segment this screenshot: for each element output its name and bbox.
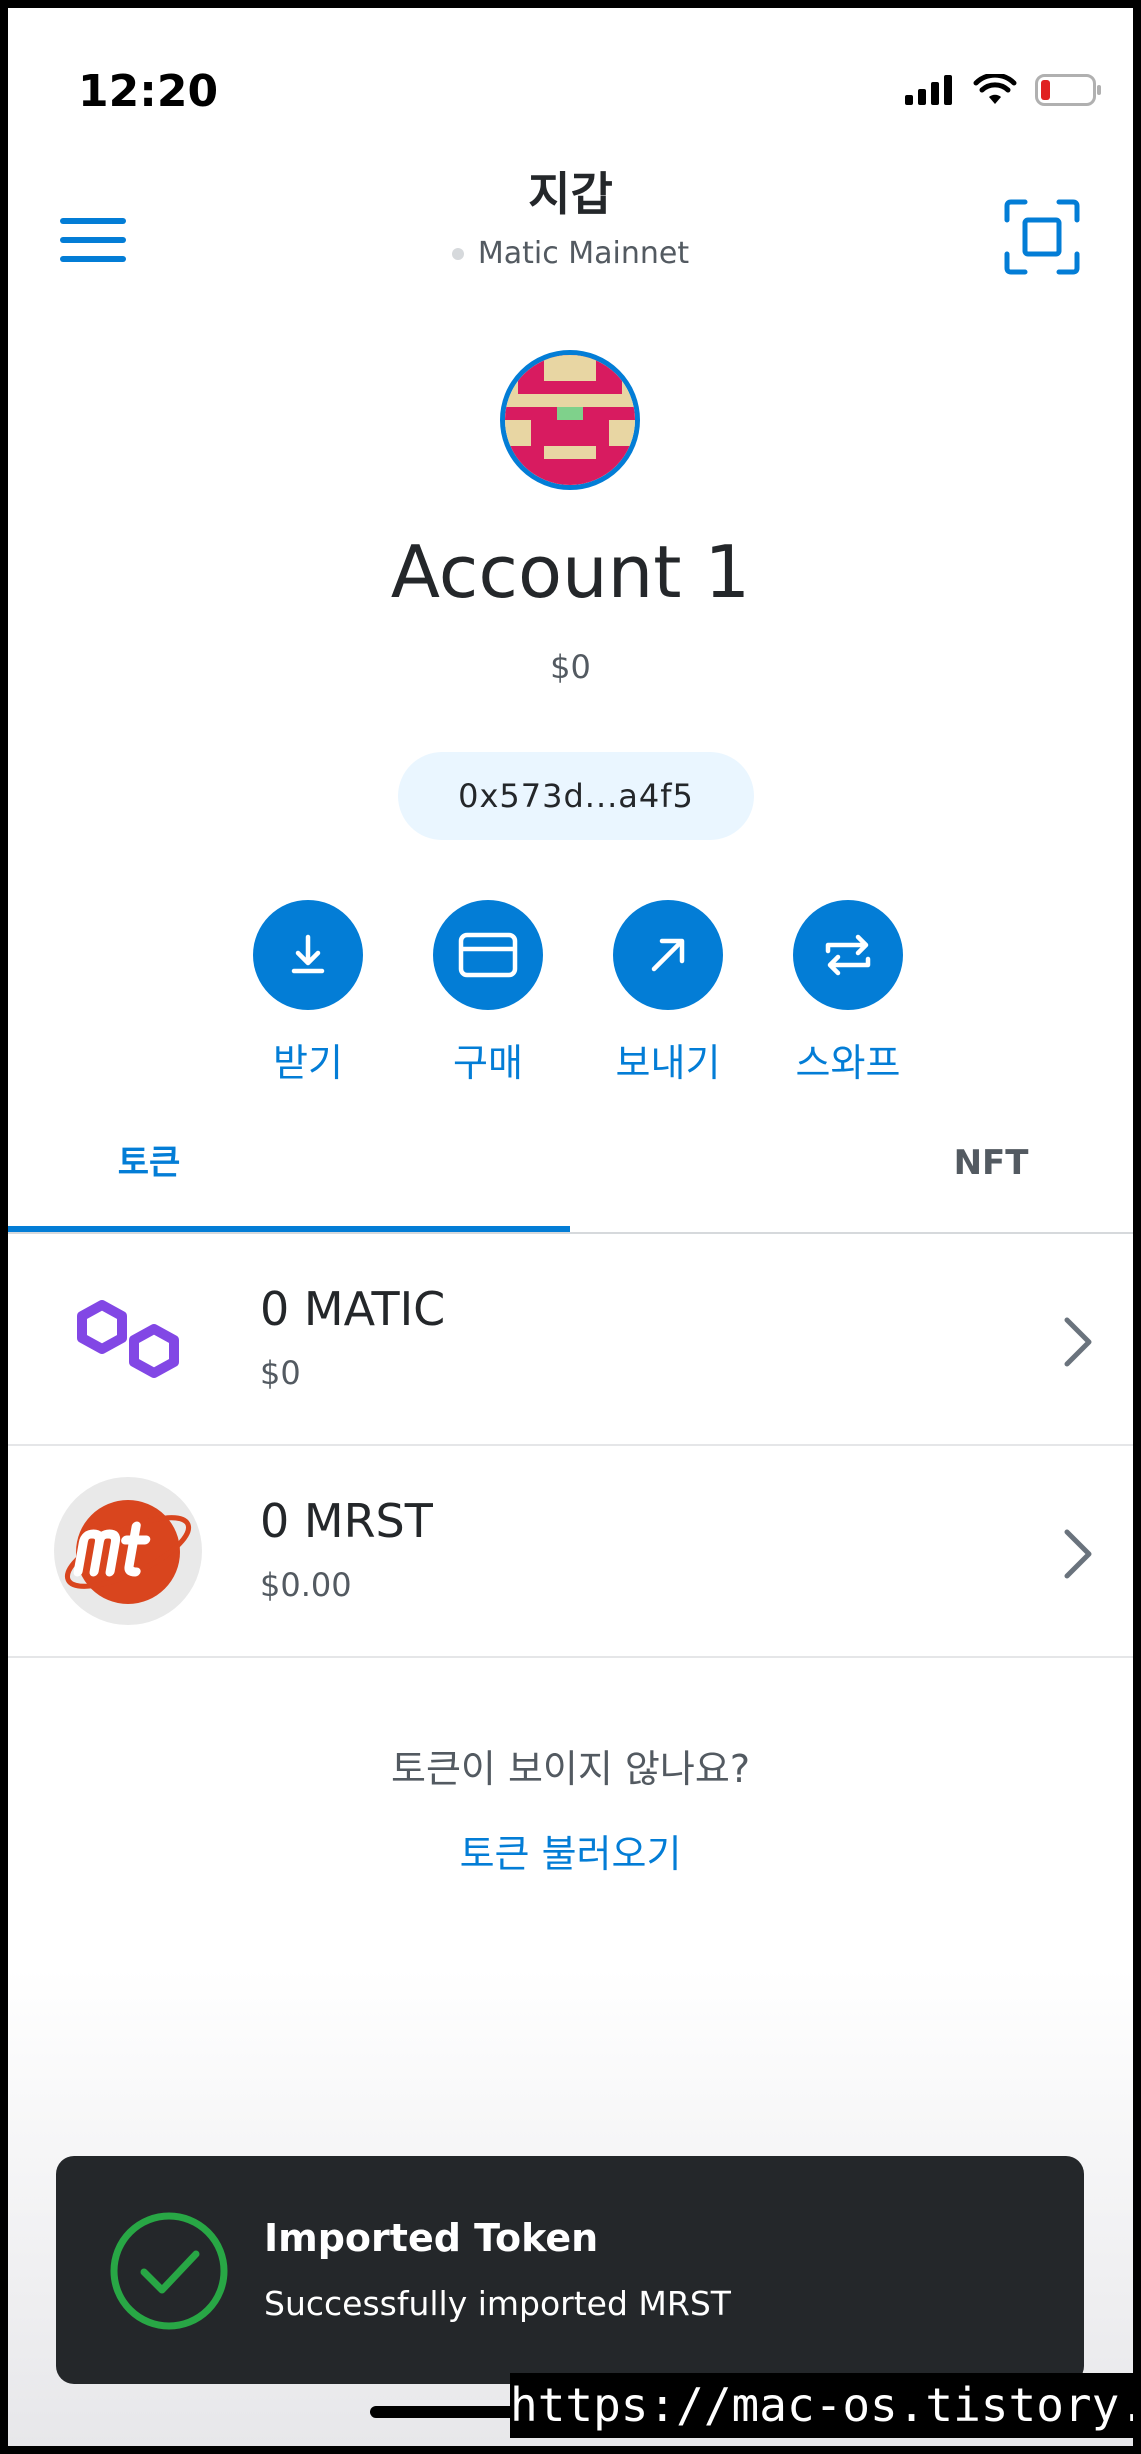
page-title: 지갑 — [528, 167, 613, 221]
scan-icon — [1004, 199, 1080, 275]
action-buttons: 받기 구매 보내기 스와프 — [218, 900, 938, 1087]
swap-circle — [793, 900, 903, 1010]
signal-icon — [905, 75, 952, 105]
check-circle-icon — [110, 2212, 228, 2330]
asset-tabs: 토큰 NFT — [8, 1128, 1133, 1238]
toast-message: Successfully imported MRST — [264, 2284, 731, 2323]
mrst-logo-icon — [54, 1477, 202, 1625]
import-tokens-link[interactable]: 토큰 불러오기 — [8, 1823, 1133, 1878]
receive-label: 받기 — [273, 1041, 343, 1085]
wifi-icon — [973, 74, 1017, 104]
token-fiat-value: $0.00 — [260, 1566, 352, 1604]
token-logo — [53, 1264, 203, 1414]
swap-button[interactable]: 스와프 — [758, 900, 938, 1087]
token-logo — [53, 1476, 203, 1626]
token-amount: 0 MATIC — [260, 1282, 446, 1336]
swap-icon — [825, 934, 871, 976]
account-avatar[interactable] — [500, 350, 640, 490]
tab-nft[interactable]: NFT — [570, 1128, 1132, 1238]
network-selector[interactable]: Matic Mainnet — [8, 236, 1133, 271]
chevron-right-icon — [1064, 1529, 1092, 1579]
send-label: 보내기 — [615, 1041, 721, 1085]
network-name: Matic Mainnet — [477, 236, 690, 271]
token-amount: 0 MRST — [260, 1494, 433, 1548]
qr-scan-button[interactable] — [1003, 198, 1081, 276]
receive-icon — [291, 934, 325, 974]
missing-token-prompt: 토큰이 보이지 않나요? — [391, 1747, 750, 1791]
network-dot-icon — [451, 247, 464, 260]
token-row-matic[interactable]: 0 MATIC $0 — [8, 1234, 1133, 1446]
buy-button[interactable]: 구매 — [398, 900, 578, 1087]
token-row-mrst[interactable]: 0 MRST $0.00 — [8, 1446, 1133, 1658]
account-balance: $0 — [550, 648, 591, 686]
send-circle — [613, 900, 723, 1010]
chevron-right-icon — [1064, 1317, 1092, 1367]
status-time: 12:20 — [78, 66, 219, 117]
swap-label: 스와프 — [795, 1041, 901, 1085]
polygon-logo-icon — [77, 1300, 179, 1378]
card-icon — [458, 932, 518, 978]
tab-tokens[interactable]: 토큰 — [8, 1128, 570, 1238]
receive-circle — [253, 900, 363, 1010]
status-icons — [905, 74, 1103, 106]
send-button[interactable]: 보내기 — [578, 900, 758, 1087]
send-arrow-icon — [651, 938, 685, 972]
token-fiat-value: $0 — [260, 1354, 301, 1392]
account-name[interactable]: Account 1 — [8, 530, 1133, 614]
import-success-toast[interactable]: Imported Token Successfully imported MRS… — [56, 2156, 1084, 2384]
watermark: https://mac-os.tistory.com — [510, 2373, 1133, 2438]
battery-icon — [1035, 74, 1101, 106]
wallet-screen: 12:20 지갑 Matic Mainnet Account 1 $0 0x57… — [8, 8, 1133, 2446]
buy-circle — [433, 900, 543, 1010]
toast-title: Imported Token — [264, 2216, 599, 2260]
header: 지갑 Matic Mainnet — [8, 158, 1133, 271]
receive-button[interactable]: 받기 — [218, 900, 398, 1087]
account-address-button[interactable]: 0x573d...a4f5 — [398, 752, 754, 840]
buy-label: 구매 — [453, 1041, 523, 1085]
identicon-icon — [505, 355, 635, 485]
